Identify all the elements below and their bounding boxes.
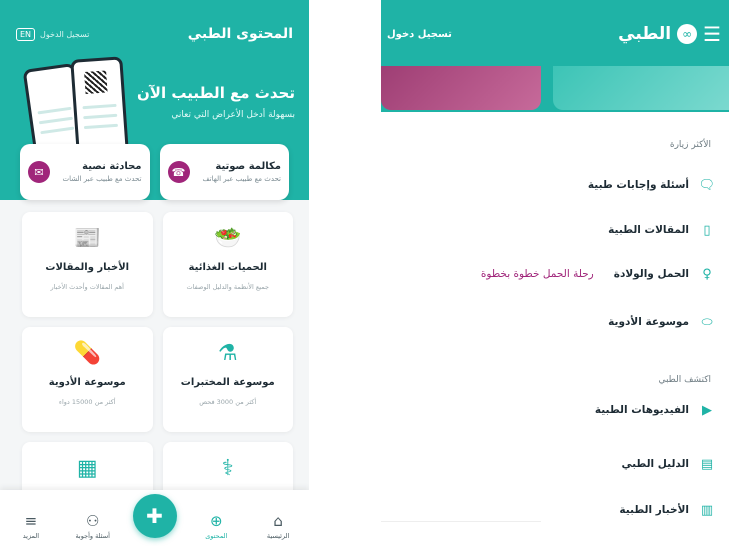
consult-fab-icon[interactable]: ✚ bbox=[132, 494, 177, 538]
menu-item-videos[interactable]: ▶ الفيديوهات الطبية bbox=[381, 400, 715, 420]
logo[interactable]: الطبي bbox=[618, 24, 671, 44]
video-play-icon: ▶ bbox=[702, 402, 712, 418]
tile-description: أهم المقالات وأحدث الأخبار bbox=[50, 283, 124, 291]
divider bbox=[381, 521, 541, 522]
directory-icon: ▤ bbox=[700, 456, 714, 472]
tile-title: موسوعة المختبرات bbox=[180, 377, 275, 388]
login-link[interactable]: تسجيل الدخول bbox=[40, 30, 89, 39]
logo-icon: ∞ bbox=[677, 24, 698, 44]
card-description: تحدث مع طبيب عبر الشات bbox=[62, 175, 142, 183]
text-chat-card[interactable]: محادثة نصية تحدث مع طبيب عبر الشات ✉ bbox=[20, 144, 150, 200]
lab-flask-icon: ⚗ bbox=[217, 341, 238, 366]
chat-icon: ✉ bbox=[28, 161, 50, 183]
left-screen: المحتوى الطبي EN تسجيل الدخول تحدث مع ال… bbox=[0, 0, 309, 546]
pill-icon: 💊 bbox=[73, 341, 101, 366]
pregnancy-icon: ♀ bbox=[702, 266, 712, 282]
tile-description: أكثر من 15000 دواء bbox=[58, 398, 116, 406]
id-card-icon: ▦ bbox=[76, 456, 98, 481]
menu-item-qa[interactable]: 🗨 أسئلة وإجابات طبية bbox=[381, 175, 715, 195]
banner-carousel[interactable] bbox=[381, 66, 729, 112]
bottom-nav: ⌂ الرئيسية ⊕ المحتوى ✚ ⚇ أسئلة وأجوبة ≡ … bbox=[0, 490, 309, 546]
content-icon: ⊕ bbox=[210, 512, 223, 530]
card-title: محادثة نصية bbox=[82, 161, 142, 172]
tile-labs[interactable]: ⚗ موسوعة المختبرات أكثر من 3000 فحص bbox=[162, 327, 293, 432]
language-toggle-button[interactable]: EN bbox=[16, 27, 36, 41]
hero-heading: تحدث مع الطبيب الآن bbox=[136, 84, 295, 102]
page-title: المحتوى الطبي bbox=[187, 26, 293, 42]
qa-icon: ⚇ bbox=[85, 512, 100, 530]
top-bar: المحتوى الطبي EN تسجيل الدخول bbox=[16, 24, 293, 44]
right-screen: ☰ ∞ الطبي تسجيل دخول الأكثر زيارة 🗨 أسئل… bbox=[381, 0, 729, 546]
menu-item-articles[interactable]: ▯ المقالات الطبية bbox=[381, 220, 715, 240]
tile-description: جميع الأنظمة والدليل الوصفات bbox=[186, 283, 270, 291]
article-icon: ▯ bbox=[703, 222, 711, 238]
tile-diets[interactable]: 🥗 الحميات الغذائية جميع الأنظمة والدليل … bbox=[162, 212, 293, 317]
top-bar: ☰ ∞ الطبي تسجيل دخول bbox=[381, 0, 729, 66]
nav-more[interactable]: ≡ المزيد bbox=[0, 512, 62, 540]
card-description: تحدث مع طبيب عبر الهاتف bbox=[202, 175, 281, 183]
pill-icon: ⬭ bbox=[701, 314, 713, 330]
news-icon: ▥ bbox=[700, 502, 714, 518]
nav-qa[interactable]: ⚇ أسئلة وأجوبة bbox=[62, 512, 124, 540]
nav-home[interactable]: ⌂ الرئيسية bbox=[247, 512, 309, 540]
section-heading-most-visited: الأكثر زيارة bbox=[669, 140, 711, 150]
hero-subtitle: بسهولة أدخل الأعراض التي تعاني bbox=[171, 110, 295, 120]
card-title: مكالمة صوتية bbox=[215, 161, 281, 172]
phone-icon: ☎ bbox=[167, 161, 190, 183]
brand: ☰ ∞ الطبي bbox=[618, 24, 721, 44]
tile-title: الحميات الغذائية bbox=[188, 262, 267, 273]
tile-title: الأخبار والمقالات bbox=[45, 262, 130, 273]
newspaper-icon: 📰 bbox=[73, 226, 101, 251]
login-button[interactable]: تسجيل دخول bbox=[387, 29, 452, 40]
qa-bubble-icon: 🗨 bbox=[698, 177, 715, 193]
banner-image bbox=[381, 66, 541, 110]
pregnancy-journey-link[interactable]: رحلة الحمل خطوة بخطوة bbox=[481, 268, 594, 280]
contact-options: مكالمة صوتية تحدث مع طبيب عبر الهاتف ☎ م… bbox=[20, 144, 289, 200]
menu-item-medicines[interactable]: ⬭ موسوعة الأدوية bbox=[381, 312, 715, 332]
tile-news-articles[interactable]: 📰 الأخبار والمقالات أهم المقالات وأحدث ا… bbox=[22, 212, 153, 317]
home-icon: ⌂ bbox=[273, 512, 283, 530]
menu-icon: ≡ bbox=[24, 512, 38, 530]
stethoscope-icon: ⚕ bbox=[221, 456, 234, 481]
menu-item-pregnancy[interactable]: ♀ الحمل والولادة رحلة الحمل خطوة بخطوة bbox=[381, 264, 715, 284]
food-bowl-icon: 🥗 bbox=[214, 226, 242, 251]
tile-medicines[interactable]: 💊 موسوعة الأدوية أكثر من 15000 دواء bbox=[22, 327, 153, 432]
login-group: EN تسجيل الدخول bbox=[16, 27, 89, 41]
nav-content[interactable]: ⊕ المحتوى bbox=[185, 512, 247, 540]
qr-code-icon bbox=[84, 70, 108, 94]
tile-title: موسوعة الأدوية bbox=[48, 377, 126, 388]
hamburger-menu-icon[interactable]: ☰ bbox=[703, 24, 721, 44]
menu-item-news[interactable]: ▥ الأخبار الطبية bbox=[381, 500, 715, 520]
banner-image bbox=[553, 66, 729, 110]
voice-call-card[interactable]: مكالمة صوتية تحدث مع طبيب عبر الهاتف ☎ bbox=[159, 144, 289, 200]
section-heading-explore: اكتشف الطبي bbox=[658, 375, 711, 385]
nav-consult-fab[interactable]: ✚ bbox=[124, 494, 186, 540]
tile-description: أكثر من 3000 فحص bbox=[199, 398, 257, 406]
menu-item-directory[interactable]: ▤ الدليل الطبي bbox=[381, 454, 715, 474]
